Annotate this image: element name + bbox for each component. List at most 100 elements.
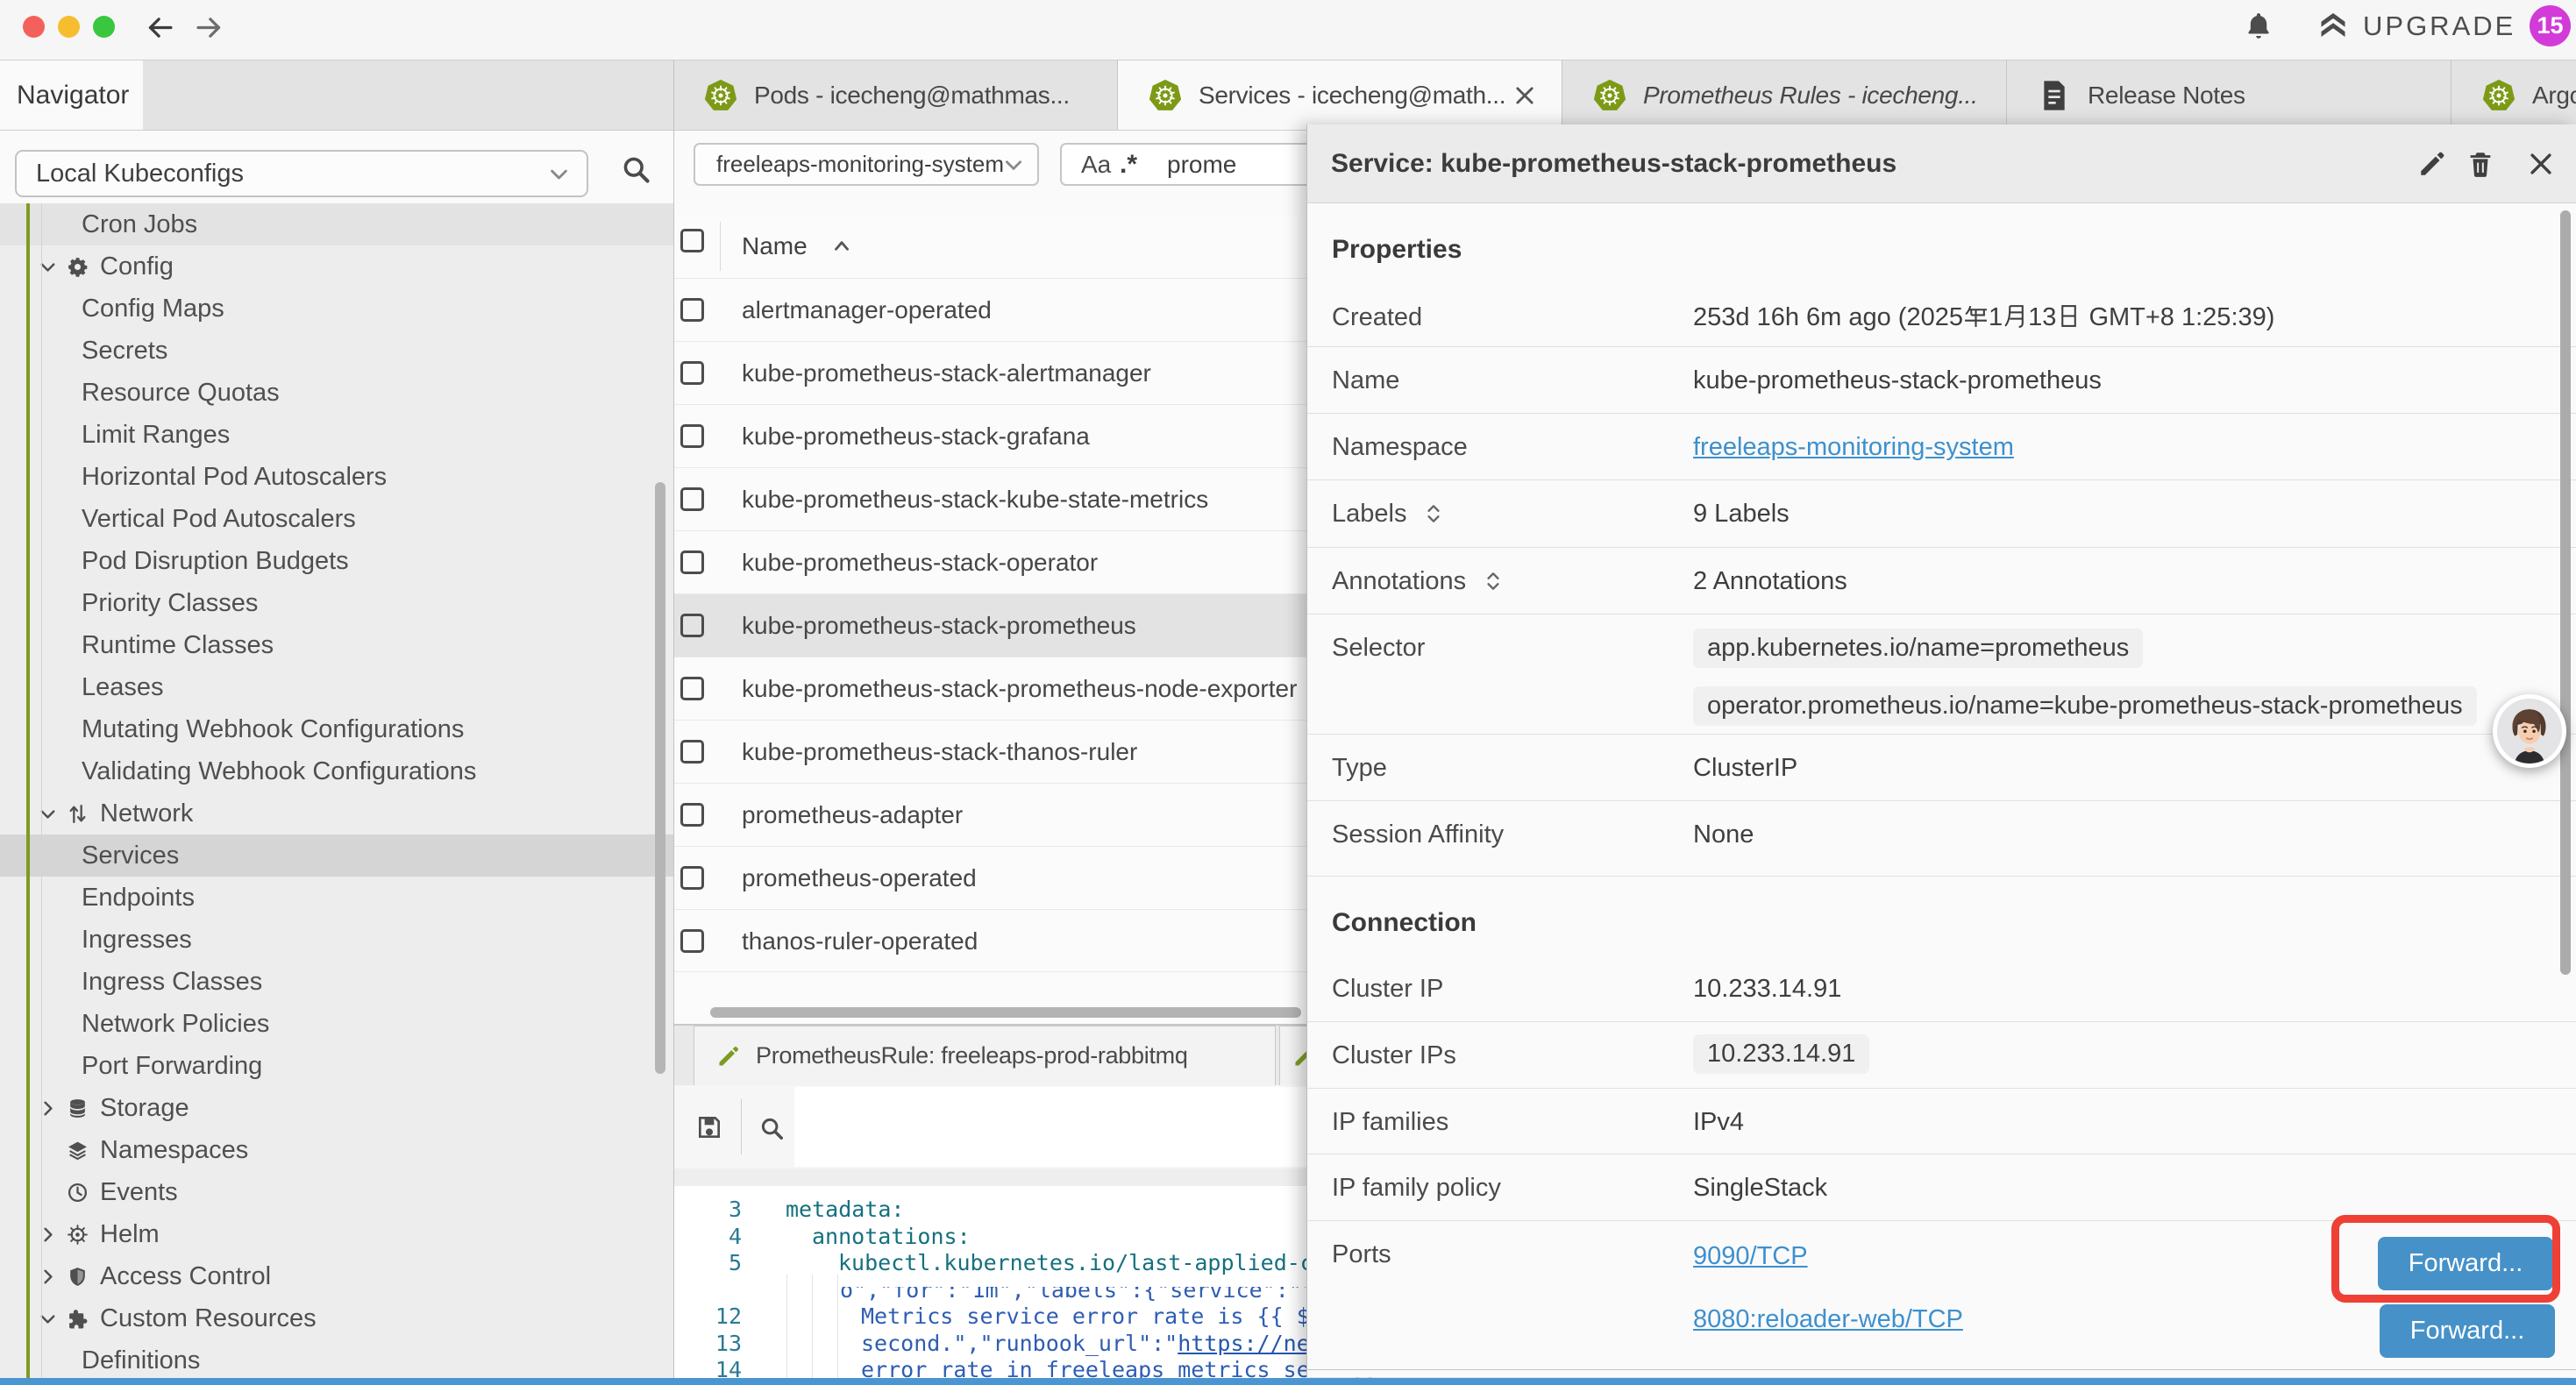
editor-search-icon[interactable]: [758, 1115, 785, 1141]
port-link[interactable]: 8080:reloader-web/TCP: [1693, 1305, 1963, 1333]
sidebar-item-storage[interactable]: Storage: [0, 1087, 673, 1129]
type-value: ClusterIP: [1693, 754, 1797, 782]
drawer-scrollbar[interactable]: [2560, 210, 2571, 975]
sidebar-item-services[interactable]: Services: [0, 835, 673, 877]
namespace-select[interactable]: freeleaps-monitoring-system: [694, 143, 1039, 186]
sidebar-item-helm[interactable]: Helm: [0, 1213, 673, 1255]
sort-toggle-icon[interactable]: [1482, 570, 1505, 593]
sidebar-item-events[interactable]: Events: [0, 1171, 673, 1213]
sidebar-item-network-policies[interactable]: Network Policies: [0, 1003, 673, 1045]
dock-tab-prometheusrule[interactable]: PrometheusRule: freeleaps-prod-rabbitmq: [694, 1026, 1276, 1085]
sidebar-item-network[interactable]: Network: [0, 792, 673, 835]
tab-close-button[interactable]: [1512, 83, 1537, 108]
row-checkbox[interactable]: [680, 298, 704, 322]
navigator-title: Navigator: [17, 60, 129, 130]
column-header-name[interactable]: Name: [742, 215, 808, 278]
service-name: thanos-ruler-operated: [742, 910, 978, 973]
sidebar-item-config[interactable]: Config: [0, 245, 673, 288]
history-back-icon[interactable]: [146, 13, 174, 42]
sidebar-search-icon[interactable]: [620, 153, 651, 185]
sidebar-item-secrets[interactable]: Secrets: [0, 330, 673, 372]
sidebar-item-vertical-pod-autoscalers[interactable]: Vertical Pod Autoscalers: [0, 498, 673, 540]
kubeconfig-select[interactable]: Local Kubeconfigs: [15, 150, 588, 197]
shield-icon: [67, 1266, 89, 1288]
drawer-row: Created253d 16h 6m ago (2025113 GMT+8 1:…: [1307, 284, 2576, 347]
service-name: kube-prometheus-stack-operator: [742, 531, 1098, 594]
traffic-light-zoom[interactable]: [93, 16, 115, 38]
tab-0[interactable]: Pods - icecheng@mathmas...: [673, 60, 1118, 131]
close-icon[interactable]: [2526, 149, 2556, 179]
avatar[interactable]: [2493, 694, 2566, 768]
layers-icon: [67, 1140, 89, 1161]
edit-icon[interactable]: [2417, 149, 2447, 179]
sidebar-item-namespaces[interactable]: Namespaces: [0, 1129, 673, 1171]
sidebar-item-resource-quotas[interactable]: Resource Quotas: [0, 372, 673, 414]
sidebar-item-label: Vertical Pod Autoscalers: [82, 498, 356, 540]
list-search-input[interactable]: Aa .* prome: [1060, 143, 1318, 186]
row-checkbox[interactable]: [680, 424, 704, 448]
traffic-light-minimize[interactable]: [58, 16, 80, 38]
traffic-light-close[interactable]: [23, 16, 45, 38]
drawer-row: IP familiesIPv4: [1307, 1089, 2576, 1154]
match-case-toggle[interactable]: Aa: [1081, 145, 1111, 184]
delete-icon[interactable]: [2466, 149, 2495, 179]
row-checkbox[interactable]: [680, 550, 704, 574]
drawer-row: Cluster IPs10.233.14.91: [1307, 1022, 2576, 1089]
tab-2[interactable]: Prometheus Rules - icecheng...: [1562, 60, 2007, 131]
forward-button-8080[interactable]: Forward...: [2380, 1304, 2555, 1358]
tab-1[interactable]: Services - icecheng@math...: [1118, 60, 1562, 131]
sidebar-item-limit-ranges[interactable]: Limit Ranges: [0, 414, 673, 456]
sidebar-item-priority-classes[interactable]: Priority Classes: [0, 582, 673, 624]
sidebar-item-mutating-webhook-configurations[interactable]: Mutating Webhook Configurations: [0, 708, 673, 750]
sidebar-item-cron-jobs[interactable]: Cron Jobs: [0, 203, 673, 245]
sidebar-item-custom-resources[interactable]: Custom Resources: [0, 1297, 673, 1339]
selector-badge: app.kubernetes.io/name=prometheus: [1693, 629, 2143, 668]
drawer-row: Selectorapp.kubernetes.io/name=prometheu…: [1307, 614, 2576, 735]
sidebar-item-config-maps[interactable]: Config Maps: [0, 288, 673, 330]
kubernetes-icon: [2481, 78, 2516, 113]
sidebar-item-validating-webhook-configurations[interactable]: Validating Webhook Configurations: [0, 750, 673, 792]
drawer-row: TypeClusterIP: [1307, 735, 2576, 801]
sort-toggle-icon[interactable]: [1422, 502, 1445, 525]
sidebar-item-leases[interactable]: Leases: [0, 666, 673, 708]
row-checkbox[interactable]: [680, 803, 704, 827]
row-checkbox[interactable]: [680, 677, 704, 700]
namespace-link[interactable]: freeleaps-monitoring-system: [1693, 433, 2014, 461]
upgrade-button[interactable]: UPGRADE: [2316, 11, 2516, 46]
service-name: prometheus-operated: [742, 847, 977, 910]
sidebar-item-ingress-classes[interactable]: Ingress Classes: [0, 961, 673, 1003]
sidebar-item-endpoints[interactable]: Endpoints: [0, 877, 673, 919]
table-horizontal-scrollbar[interactable]: [710, 1007, 1301, 1018]
select-all-checkbox[interactable]: [680, 229, 704, 252]
notification-count-badge[interactable]: 15: [2530, 5, 2571, 46]
row-checkbox[interactable]: [680, 866, 704, 890]
history-forward-icon[interactable]: [195, 13, 224, 42]
edit-pencil-icon: [716, 1044, 741, 1069]
sidebar-item-ingresses[interactable]: Ingresses: [0, 919, 673, 961]
sidebar-item-horizontal-pod-autoscalers[interactable]: Horizontal Pod Autoscalers: [0, 456, 673, 498]
regex-toggle[interactable]: .*: [1120, 145, 1137, 184]
tab-bar: Navigator Pods - icecheng@mathmas... Ser…: [0, 60, 2576, 131]
name-label: Name: [1332, 366, 1399, 395]
save-icon[interactable]: [695, 1113, 723, 1141]
row-checkbox[interactable]: [680, 487, 704, 511]
tab-3[interactable]: Release Notes: [2007, 60, 2451, 131]
tab-4[interactable]: Argo Serv: [2451, 60, 2576, 131]
sidebar-item-definitions[interactable]: Definitions: [0, 1339, 673, 1381]
port-link[interactable]: 9090/TCP: [1693, 1242, 1808, 1270]
row-checkbox[interactable]: [680, 614, 704, 637]
chevron-down-icon: [1002, 153, 1025, 176]
sort-ascending-icon[interactable]: [830, 235, 853, 258]
sidebar-item-access-control[interactable]: Access Control: [0, 1255, 673, 1297]
sidebar-item-label: Access Control: [100, 1255, 271, 1297]
row-checkbox[interactable]: [680, 361, 704, 385]
sidebar-item-port-forwarding[interactable]: Port Forwarding: [0, 1045, 673, 1087]
notifications-bell-icon[interactable]: [2244, 11, 2274, 40]
section-title-properties: Properties: [1332, 235, 1462, 265]
sidebar-item-runtime-classes[interactable]: Runtime Classes: [0, 624, 673, 666]
sidebar-scrollbar[interactable]: [655, 482, 665, 1074]
row-checkbox[interactable]: [680, 740, 704, 764]
sidebar-item-pod-disruption-budgets[interactable]: Pod Disruption Budgets: [0, 540, 673, 582]
row-checkbox[interactable]: [680, 929, 704, 953]
drawer-row: Namekube-prometheus-stack-prometheus: [1307, 347, 2576, 414]
